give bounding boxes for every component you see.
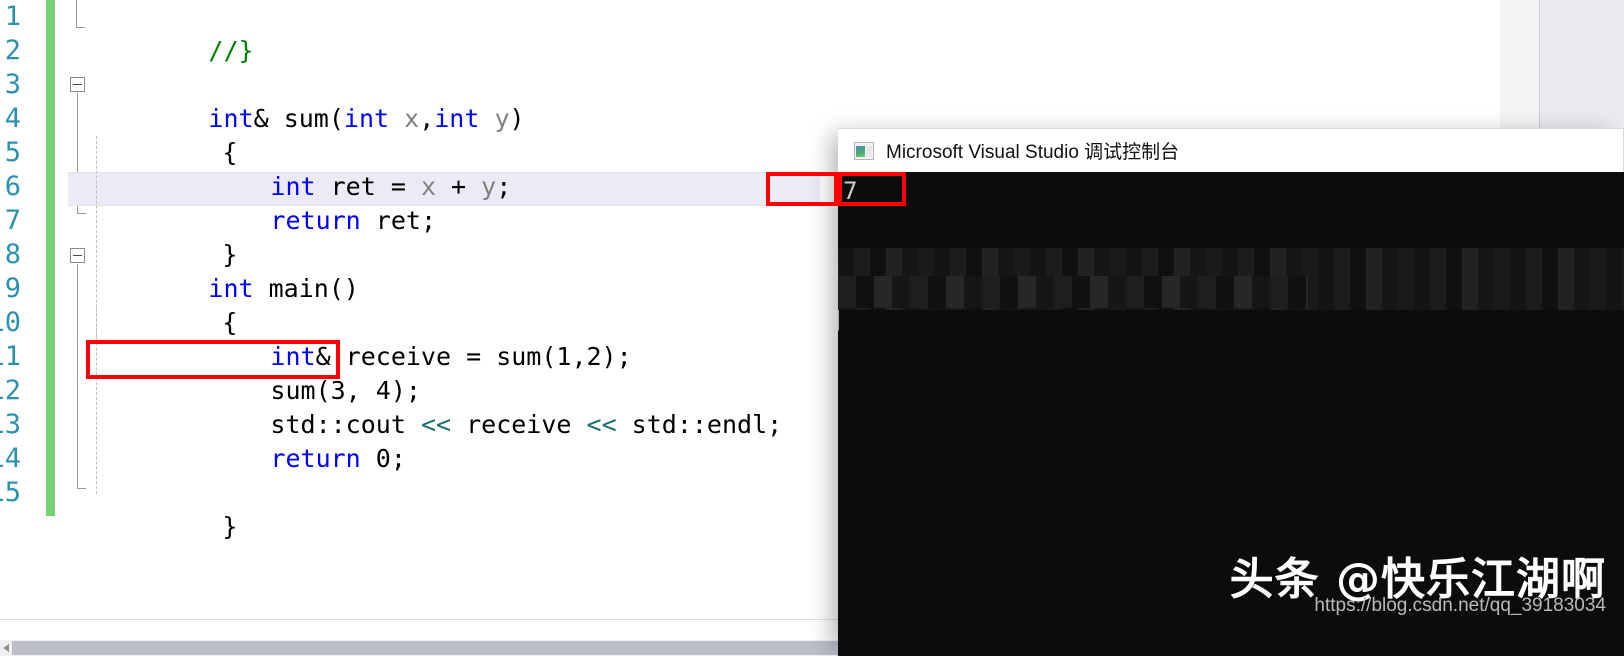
code-token: receive <box>451 410 587 439</box>
code-line-15: } <box>102 476 237 541</box>
console-title-label: Microsoft Visual Studio 调试控制台 <box>886 142 1180 163</box>
code-token: ( <box>328 104 344 133</box>
code-token: ret; <box>360 206 436 235</box>
outline-vertical-line <box>77 264 78 488</box>
line-number: 15 <box>0 477 21 508</box>
code-token: + <box>436 172 482 201</box>
watermark: 头条 @快乐江湖啊 https://blog.csdn.net/qq_39183… <box>1230 554 1606 618</box>
code-token: return <box>270 444 361 473</box>
code-line-1: //} <box>88 0 253 65</box>
screenshot-root: 1 2 3 4 5 6 7 8 9 10 11 12 13 14 15 <box>0 0 1624 656</box>
watermark-main-text: 头条 @快乐江湖啊 <box>1229 554 1606 605</box>
code-line-5: int ret = x + y; <box>150 136 511 201</box>
line-number: 11 <box>0 341 21 372</box>
console-output-highlight-box-right <box>838 172 906 206</box>
line-number-gutter: 1 2 3 4 5 6 7 8 9 10 11 12 13 14 15 <box>0 0 46 620</box>
code-outlining-column[interactable] <box>55 0 87 620</box>
code-line-6: return ret; <box>150 170 436 235</box>
outline-corner <box>77 488 86 489</box>
code-line-12: std::cout << receive << std::endl; <box>150 374 782 439</box>
code-token: x <box>404 104 420 133</box>
line-number: 14 <box>0 443 21 474</box>
change-indicator-bar <box>46 0 55 516</box>
outline-vertical-line <box>76 0 77 27</box>
debug-console-window[interactable]: Microsoft Visual Studio 调试控制台 7 头条 @快乐江湖… <box>838 128 1624 656</box>
code-line-8: int main() <box>88 238 359 303</box>
console-app-icon <box>854 141 874 160</box>
line-number: 2 <box>4 35 21 66</box>
outline-corner <box>76 27 85 28</box>
code-token: std::endl; <box>616 410 783 439</box>
line-number: 1 <box>4 1 21 32</box>
code-token: y <box>494 104 510 133</box>
code-token: int <box>343 104 390 133</box>
collapse-toggle-main[interactable] <box>70 248 85 263</box>
line-number: 3 <box>4 69 21 100</box>
code-token: 0; <box>360 444 406 473</box>
code-token: ) <box>509 104 525 133</box>
line-number: 6 <box>4 171 21 202</box>
code-token: ; <box>496 172 512 201</box>
console-output-area[interactable]: 7 头条 @快乐江湖啊 https://blog.csdn.net/qq_391… <box>838 172 1624 656</box>
code-token: int <box>434 104 480 133</box>
code-line-9: { <box>102 272 237 337</box>
vertical-scrollbar-thumb[interactable] <box>1542 0 1622 140</box>
code-line-7: } <box>102 204 237 269</box>
outline-corner <box>77 213 86 214</box>
code-token: return <box>270 206 361 235</box>
code-line-3: int& sum(int x,int y) <box>88 68 524 133</box>
code-token: //} <box>208 36 254 65</box>
code-line-4: { <box>102 102 237 167</box>
line-number: 8 <box>4 239 21 270</box>
code-token: sum <box>283 104 329 133</box>
console-title-bar[interactable]: Microsoft Visual Studio 调试控制台 <box>838 128 1624 172</box>
code-token: main() <box>253 274 359 303</box>
console-output-highlight-box <box>766 172 838 206</box>
obscured-console-text-row2 <box>838 276 1308 308</box>
line-number: 7 <box>4 205 21 236</box>
code-token: } <box>222 512 238 541</box>
sum-call-highlight-box <box>86 340 340 379</box>
line-number: 13 <box>0 409 21 440</box>
code-token: & <box>253 104 284 133</box>
code-token: y <box>481 172 497 201</box>
line-number: 5 <box>4 137 21 168</box>
code-token: << <box>586 410 617 439</box>
watermark-url-text: https://blog.csdn.net/qq_39183034 <box>1314 595 1606 616</box>
code-token: << <box>420 410 452 439</box>
code-token: , <box>419 104 435 133</box>
scroll-left-arrow-icon[interactable] <box>1 641 12 655</box>
collapse-toggle-sum[interactable] <box>70 77 85 92</box>
line-number: 4 <box>4 103 21 134</box>
line-number: 10 <box>0 307 21 338</box>
line-number: 12 <box>0 375 21 406</box>
line-number: 9 <box>4 273 21 304</box>
code-line-13: return 0; <box>150 408 405 473</box>
code-text-layer[interactable]: //} int& sum(int x,int y) { int ret = x … <box>88 0 782 656</box>
code-line-10: int& receive = sum(1,2); <box>150 306 631 371</box>
